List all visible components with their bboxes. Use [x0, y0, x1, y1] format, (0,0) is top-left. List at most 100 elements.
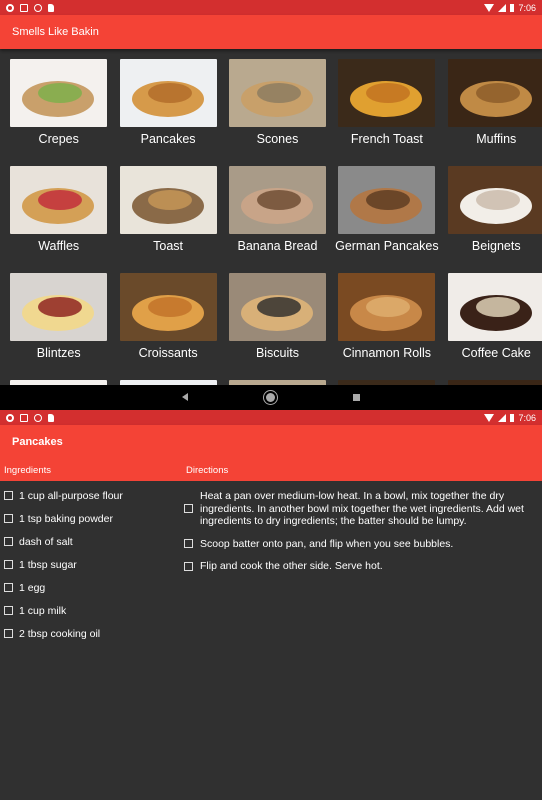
recipe-tile[interactable]: Pancakes [113, 59, 222, 166]
settings-icon [6, 3, 14, 12]
ingredient-checkbox[interactable] [4, 629, 13, 638]
recipe-tile[interactable]: German Pancakes [332, 166, 441, 273]
ingredient-text: 1 egg [19, 582, 46, 594]
direction-text: Scoop batter onto pan, and flip when you… [200, 537, 454, 550]
ingredient-checkbox[interactable] [4, 560, 13, 569]
ingredient-text: 1 cup all-purpose flour [19, 490, 123, 502]
ingredient-checkbox[interactable] [4, 514, 13, 523]
ingredient-checkbox[interactable] [4, 606, 13, 615]
ingredient-item[interactable]: 1 cup milk [0, 600, 182, 623]
notification-icon [34, 3, 42, 12]
direction-item[interactable]: Scoop batter onto pan, and flip when you… [182, 533, 538, 556]
signal-icon [498, 413, 507, 422]
recipe-tile[interactable]: Muffins [442, 59, 542, 166]
ingredient-item[interactable]: 1 tbsp sugar [0, 554, 182, 577]
battery-icon [510, 3, 515, 12]
ingredient-item[interactable]: dash of salt [0, 531, 182, 554]
ingredient-checkbox[interactable] [4, 583, 13, 592]
recipe-label: Cinnamon Rolls [342, 346, 431, 360]
wifi-icon [484, 3, 495, 12]
recipe-image [119, 273, 217, 341]
recipe-label: Banana Bread [237, 239, 318, 253]
app-title: Smells Like Bakin [12, 26, 99, 38]
recipe-label: Croissants [138, 346, 198, 360]
status-bar: 7:06 [0, 410, 542, 425]
sd-card-icon [48, 3, 54, 12]
app-bar: Smells Like Bakin [0, 15, 542, 49]
ingredient-item[interactable]: 1 tsp baking powder [0, 508, 182, 531]
recipe-label: Biscuits [255, 346, 300, 360]
recipe-tile[interactable]: Toast [113, 166, 222, 273]
recipe-tile[interactable]: Biscuits [223, 273, 332, 380]
recipe-label: Waffles [38, 239, 80, 253]
ingredient-checkbox[interactable] [4, 537, 13, 546]
recipe-title: Pancakes [12, 436, 63, 448]
recipe-tile[interactable]: Waffles [4, 166, 113, 273]
direction-text: Heat a pan over medium-low heat. In a bo… [200, 490, 524, 527]
ingredient-item[interactable]: 1 cup all-purpose flour [0, 485, 182, 508]
app-bar: Pancakes [0, 425, 542, 459]
recipe-image [10, 166, 108, 234]
status-time: 7:06 [518, 2, 536, 13]
recipe-tile[interactable]: Crepes [4, 59, 113, 166]
direction-checkbox[interactable] [184, 504, 193, 514]
directions-list: Heat a pan over medium-low heat. In a bo… [182, 485, 542, 646]
notification-icon [20, 413, 28, 422]
recipe-tile[interactable]: French Toast [332, 59, 441, 166]
notification-icon [20, 3, 28, 12]
wifi-icon [484, 413, 495, 422]
recipe-label: French Toast [350, 132, 423, 146]
recipe-image [447, 59, 542, 127]
settings-icon [6, 413, 14, 422]
recipe-image [338, 166, 436, 234]
status-time: 7:06 [518, 412, 536, 423]
direction-item[interactable]: Heat a pan over medium-low heat. In a bo… [182, 485, 538, 533]
recipe-image [447, 273, 542, 341]
direction-checkbox[interactable] [184, 539, 193, 549]
recipe-image [119, 166, 217, 234]
recipe-label: Pancakes [140, 132, 196, 146]
recipe-image [119, 59, 217, 127]
recipe-tile[interactable]: Croissants [113, 273, 222, 380]
ingredient-item[interactable]: 1 egg [0, 577, 182, 600]
recipe-label: Toast [153, 239, 184, 253]
notification-icon [34, 413, 42, 422]
ingredient-text: 1 tsp baking powder [19, 513, 113, 525]
recipe-image [338, 273, 436, 341]
recipe-label: Muffins [476, 132, 517, 146]
recipe-tile[interactable]: Blintzes [4, 273, 113, 380]
direction-item[interactable]: Flip and cook the other side. Serve hot. [182, 555, 538, 578]
ingredient-text: 2 tbsp cooking oil [19, 628, 101, 640]
recipe-image [338, 59, 436, 127]
recipe-image [228, 59, 326, 127]
recipe-image [10, 59, 108, 127]
direction-checkbox[interactable] [184, 561, 193, 571]
home-icon[interactable] [266, 392, 275, 402]
recipe-tile[interactable]: Coffee Cake [442, 273, 542, 380]
direction-text: Flip and cook the other side. Serve hot. [200, 560, 383, 572]
ingredient-checkbox[interactable] [4, 491, 13, 500]
ingredient-text: 1 cup milk [19, 605, 67, 617]
recipe-label: Crepes [38, 132, 79, 146]
ingredient-item[interactable]: 2 tbsp cooking oil [0, 623, 182, 646]
recipe-label: Scones [256, 132, 299, 146]
recipe-tile[interactable]: Banana Bread [223, 166, 332, 273]
navigation-bar [0, 385, 542, 409]
ingredients-list: 1 cup all-purpose flour 1 tsp baking powd… [0, 485, 182, 646]
recipe-detail: Ingredients Directions 1 cup all-purpose… [0, 459, 542, 646]
recipe-image [228, 166, 326, 234]
recipe-detail-screen: 7:06 Pancakes Ingredients Directions 1 c… [0, 410, 542, 800]
recipe-tile[interactable]: Scones [223, 59, 332, 166]
recipe-tile[interactable]: Cinnamon Rolls [332, 273, 441, 380]
back-icon[interactable] [182, 393, 188, 401]
recipe-image [447, 166, 542, 234]
signal-icon [498, 3, 507, 12]
recipe-grid[interactable]: Crepes Pancakes Scones French Toast Muffins W… [0, 49, 542, 385]
column-headers: Ingredients Directions [0, 459, 542, 481]
directions-header: Directions [186, 464, 229, 476]
recipe-label: German Pancakes [335, 239, 439, 253]
recent-apps-icon[interactable] [353, 393, 360, 401]
ingredient-text: 1 tbsp sugar [19, 559, 77, 571]
recipe-tile[interactable]: Beignets [442, 166, 542, 273]
ingredient-text: dash of salt [19, 536, 73, 548]
